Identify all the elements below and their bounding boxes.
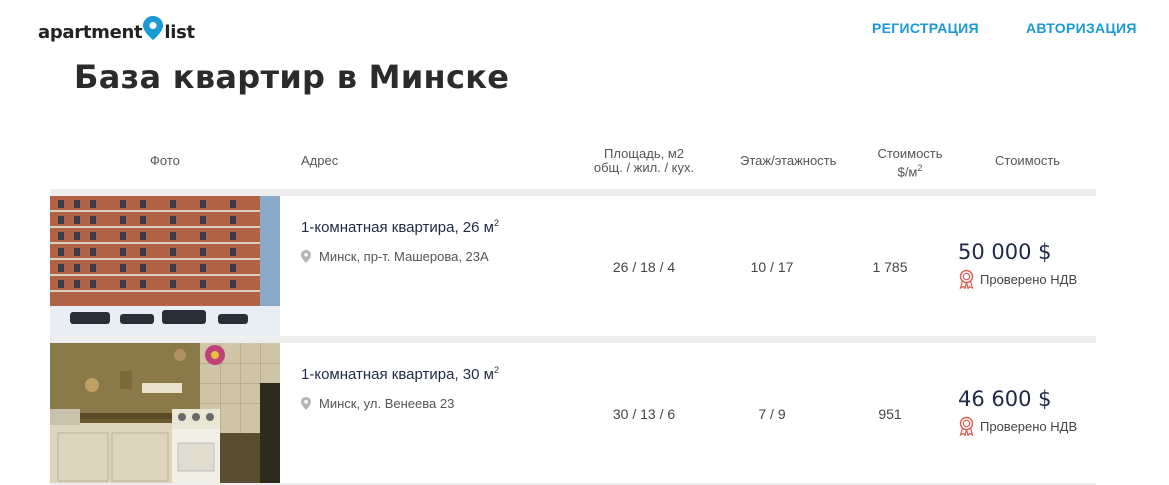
verified-award-icon	[959, 269, 974, 289]
listing-title-sup: 2	[493, 218, 499, 228]
verified-badge: Проверено НДВ	[958, 269, 1077, 289]
logo-text-left: apartment	[38, 21, 143, 43]
table-row[interactable]: 1-комнатная квартира, 30 м2 Минск, ул. В…	[50, 336, 1096, 484]
listing-address-text: Минск, ул. Венеева 23	[319, 396, 455, 411]
column-header-address: Адрес	[301, 153, 339, 168]
verified-award-icon	[959, 416, 974, 436]
login-link[interactable]: АВТОРИЗАЦИЯ	[1026, 20, 1137, 36]
listing-address: Минск, ул. Венеева 23	[301, 396, 454, 411]
column-header-area-line2: общ. / жил. / кух.	[593, 160, 695, 175]
listing-area: 26 / 18 / 4	[612, 259, 676, 275]
column-header-ppm-line2: $/м2	[872, 161, 948, 179]
verified-badge: Проверено НДВ	[958, 416, 1077, 436]
apartment-photo[interactable]	[50, 196, 280, 336]
column-header-photo: Фото	[150, 153, 180, 168]
map-marker-icon	[301, 250, 311, 263]
table-row[interactable]: 1-комнатная квартира, 26 м2 Минск, пр-т.…	[50, 189, 1096, 337]
listing-price: 46 600 $	[958, 387, 1052, 411]
table-header: Фото Адрес Площадь, м2 общ. / жил. / кух…	[50, 140, 1096, 188]
map-marker-icon	[301, 397, 311, 410]
listing-address: Минск, пр-т. Машерова, 23А	[301, 249, 489, 264]
ppm-unit-sup: 2	[917, 163, 923, 173]
column-header-floor: Этаж/этажность	[740, 153, 837, 168]
verified-text: Проверено НДВ	[980, 271, 1078, 287]
apartment-list-logo[interactable]: apartment list	[38, 16, 195, 44]
listing-title[interactable]: 1-комнатная квартира, 30 м2	[301, 365, 499, 383]
listing-title-text: 1-комнатная квартира, 30 м	[301, 366, 494, 383]
listing-price: 50 000 $	[958, 240, 1052, 264]
listing-title[interactable]: 1-комнатная квартира, 26 м2	[301, 218, 499, 236]
page-title: База квартир в Минске	[74, 58, 510, 96]
listing-title-text: 1-комнатная квартира, 26 м	[301, 219, 494, 236]
header: apartment list РЕГИСТРАЦИЯ АВТОРИЗАЦИЯ	[0, 0, 1169, 60]
listing-area: 30 / 13 / 6	[612, 406, 676, 422]
listing-floor: 10 / 17	[750, 259, 794, 275]
location-pin-icon	[143, 16, 164, 40]
column-header-ppm-line1: Стоимость	[877, 146, 943, 161]
column-header-area: Площадь, м2 общ. / жил. / кух.	[585, 147, 703, 175]
logo-text-right: list	[164, 21, 195, 43]
listing-title-sup: 2	[493, 365, 499, 375]
register-link[interactable]: РЕГИСТРАЦИЯ	[872, 20, 979, 36]
verified-text: Проверено НДВ	[980, 418, 1078, 434]
listing-price-per-m2: 951	[878, 406, 902, 422]
apartment-photo[interactable]	[50, 343, 280, 483]
listing-price-per-m2: 1 785	[872, 259, 908, 275]
ppm-unit: $/м	[897, 164, 918, 180]
column-header-area-line1: Площадь, м2	[604, 146, 684, 161]
column-header-price: Стоимость	[995, 153, 1061, 168]
column-header-price-per-m2: Стоимость $/м2	[872, 147, 948, 179]
listing-address-text: Минск, пр-т. Машерова, 23А	[319, 249, 489, 264]
listing-floor: 7 / 9	[758, 406, 786, 422]
